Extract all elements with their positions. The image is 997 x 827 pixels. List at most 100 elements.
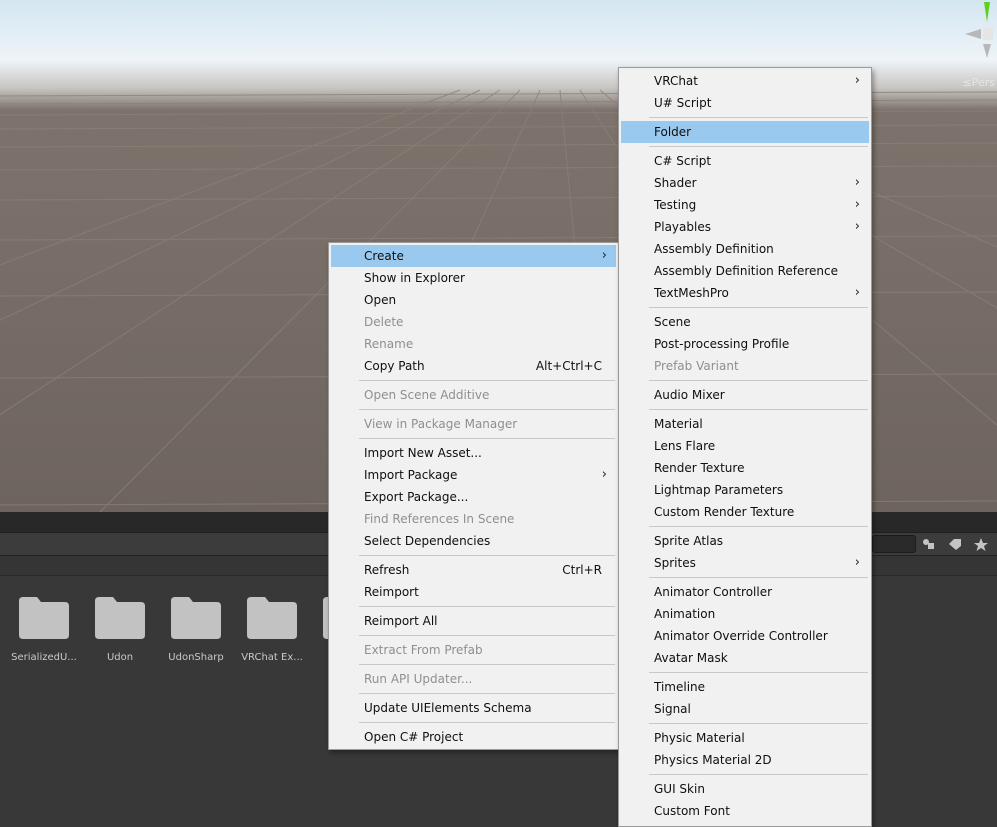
menu-separator xyxy=(649,409,868,410)
menu-item-shader[interactable]: Shader › xyxy=(621,172,869,194)
filter-by-type-icon[interactable] xyxy=(918,535,940,553)
menu-item-animator-controller[interactable]: Animator Controller xyxy=(621,581,869,603)
menu-item-label: Import New Asset... xyxy=(364,446,482,460)
menu-item-label: C# Script xyxy=(654,154,712,168)
menu-item-avatar-mask[interactable]: Avatar Mask xyxy=(621,647,869,669)
menu-item-label: Delete xyxy=(364,315,404,329)
search-input[interactable] xyxy=(872,535,916,553)
menu-separator xyxy=(359,438,615,439)
filter-by-label-icon[interactable] xyxy=(944,535,966,553)
asset-label: SerializedU... xyxy=(11,652,77,663)
menu-item-label: Reimport All xyxy=(364,614,438,628)
orientation-gizmo[interactable] xyxy=(953,0,997,70)
favorite-star-icon[interactable] xyxy=(970,535,992,553)
menu-item-refresh[interactable]: Refresh Ctrl+R xyxy=(331,559,616,581)
menu-separator xyxy=(649,380,868,381)
perspective-label[interactable]: ≤Pers xyxy=(963,76,995,89)
menu-item-folder[interactable]: Folder xyxy=(621,121,869,143)
asset-folder-item[interactable]: UdonSharp xyxy=(158,595,234,663)
menu-item-shortcut: Ctrl+R xyxy=(562,563,602,577)
menu-item-find-references-in-scene[interactable]: Find References In Scene xyxy=(331,508,616,530)
menu-separator xyxy=(649,307,868,308)
menu-item-label: Audio Mixer xyxy=(654,388,725,402)
project-context-menu: Create › Show in Explorer Open Delete Ren… xyxy=(328,242,619,750)
menu-item-sprite-atlas[interactable]: Sprite Atlas xyxy=(621,530,869,552)
menu-item-textmeshpro[interactable]: TextMeshPro › xyxy=(621,282,869,304)
menu-item-copy-path[interactable]: Copy Path Alt+Ctrl+C xyxy=(331,355,616,377)
menu-item-delete[interactable]: Delete xyxy=(331,311,616,333)
menu-item-physic-material[interactable]: Physic Material xyxy=(621,727,869,749)
menu-item-extract-from-prefab[interactable]: Extract From Prefab xyxy=(331,639,616,661)
gizmo-cube-icon xyxy=(983,28,993,40)
menu-item-reimport[interactable]: Reimport xyxy=(331,581,616,603)
menu-item-create[interactable]: Create › xyxy=(331,245,616,267)
menu-separator xyxy=(649,774,868,775)
menu-item-update-uielements-schema[interactable]: Update UIElements Schema xyxy=(331,697,616,719)
asset-folder-item[interactable]: SerializedU... xyxy=(6,595,82,663)
asset-folder-item[interactable]: VRChat Ex... xyxy=(234,595,310,663)
menu-item-view-in-package-manager[interactable]: View in Package Manager xyxy=(331,413,616,435)
menu-item-label: Extract From Prefab xyxy=(364,643,483,657)
menu-item-rename[interactable]: Rename xyxy=(331,333,616,355)
menu-item-material[interactable]: Material xyxy=(621,413,869,435)
menu-item-label: Physics Material 2D xyxy=(654,753,772,767)
menu-item-run-api-updater[interactable]: Run API Updater... xyxy=(331,668,616,690)
menu-item-lens-flare[interactable]: Lens Flare xyxy=(621,435,869,457)
menu-separator xyxy=(359,722,615,723)
menu-item-signal[interactable]: Signal xyxy=(621,698,869,720)
menu-item-scene[interactable]: Scene xyxy=(621,311,869,333)
menu-item-label: GUI Skin xyxy=(654,782,705,796)
asset-folder-item[interactable]: Udon xyxy=(82,595,158,663)
menu-item-open-csharp-project[interactable]: Open C# Project xyxy=(331,726,616,748)
menu-separator xyxy=(649,577,868,578)
menu-separator xyxy=(649,526,868,527)
menu-item-render-texture[interactable]: Render Texture xyxy=(621,457,869,479)
menu-item-physics-material-2d[interactable]: Physics Material 2D xyxy=(621,749,869,771)
menu-item-label: Avatar Mask xyxy=(654,651,728,665)
menu-item-prefab-variant[interactable]: Prefab Variant xyxy=(621,355,869,377)
menu-item-lightmap-parameters[interactable]: Lightmap Parameters xyxy=(621,479,869,501)
menu-item-testing[interactable]: Testing › xyxy=(621,194,869,216)
menu-item-label: Testing xyxy=(654,198,697,212)
menu-item-open-scene-additive[interactable]: Open Scene Additive xyxy=(331,384,616,406)
menu-item-animator-override-controller[interactable]: Animator Override Controller xyxy=(621,625,869,647)
menu-item-show-in-explorer[interactable]: Show in Explorer xyxy=(331,267,616,289)
menu-item-label: Find References In Scene xyxy=(364,512,515,526)
menu-item-label: VRChat xyxy=(654,74,698,88)
menu-item-label: Animator Override Controller xyxy=(654,629,828,643)
menu-item-import-package[interactable]: Import Package › xyxy=(331,464,616,486)
menu-item-label: Timeline xyxy=(654,680,706,694)
submenu-arrow-icon: › xyxy=(854,285,860,300)
submenu-arrow-icon: › xyxy=(854,219,860,234)
menu-item-custom-font[interactable]: Custom Font xyxy=(621,800,869,822)
menu-item-label: Shader xyxy=(654,176,697,190)
menu-item-animation[interactable]: Animation xyxy=(621,603,869,625)
menu-item-label: Scene xyxy=(654,315,691,329)
menu-item-export-package[interactable]: Export Package... xyxy=(331,486,616,508)
menu-item-label: U# Script xyxy=(654,96,712,110)
menu-item-vrchat[interactable]: VRChat › xyxy=(621,70,869,92)
menu-item-playables[interactable]: Playables › xyxy=(621,216,869,238)
menu-item-open[interactable]: Open xyxy=(331,289,616,311)
menu-item-audio-mixer[interactable]: Audio Mixer xyxy=(621,384,869,406)
menu-item-import-new-asset[interactable]: Import New Asset... xyxy=(331,442,616,464)
menu-item-label: Animation xyxy=(654,607,716,621)
menu-item-select-dependencies[interactable]: Select Dependencies xyxy=(331,530,616,552)
menu-item-reimport-all[interactable]: Reimport All xyxy=(331,610,616,632)
menu-item-sprites[interactable]: Sprites › xyxy=(621,552,869,574)
menu-item-label: Assembly Definition Reference xyxy=(654,264,839,278)
submenu-arrow-icon: › xyxy=(854,175,860,190)
menu-item-post-processing-profile[interactable]: Post-processing Profile xyxy=(621,333,869,355)
submenu-arrow-icon: › xyxy=(854,197,860,212)
menu-item-label: Custom Render Texture xyxy=(654,505,795,519)
menu-item-label: TextMeshPro xyxy=(654,286,729,300)
menu-item-timeline[interactable]: Timeline xyxy=(621,676,869,698)
menu-item-label: View in Package Manager xyxy=(364,417,518,431)
menu-item-assembly-definition-reference[interactable]: Assembly Definition Reference xyxy=(621,260,869,282)
menu-item-custom-render-texture[interactable]: Custom Render Texture xyxy=(621,501,869,523)
menu-item-gui-skin[interactable]: GUI Skin xyxy=(621,778,869,800)
menu-item-assembly-definition[interactable]: Assembly Definition xyxy=(621,238,869,260)
menu-item-csharp-script[interactable]: C# Script xyxy=(621,150,869,172)
y-axis-cone-icon xyxy=(984,2,990,22)
menu-item-usharp-script[interactable]: U# Script xyxy=(621,92,869,114)
